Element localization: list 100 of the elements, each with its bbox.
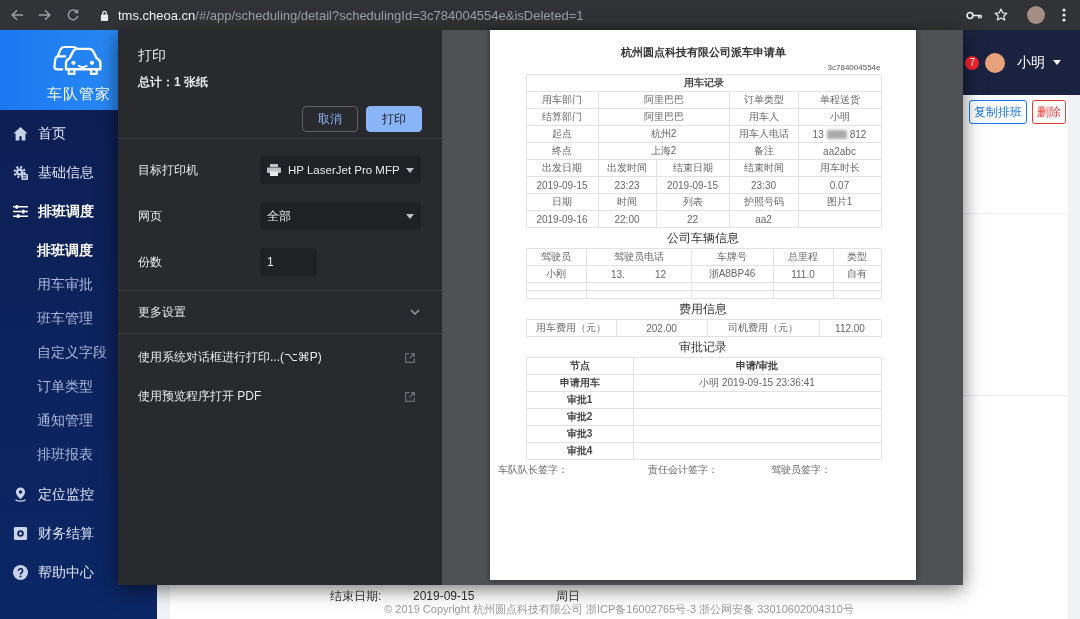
redaction-block [826,129,847,139]
table-cell: 202.00 [616,320,708,337]
external-link-icon [405,391,415,402]
nav-item[interactable]: 首页 [0,114,157,153]
table-cell: 审批3 [526,426,634,443]
caret-icon[interactable] [1053,60,1061,65]
table-cell: 阿里巴巴 [598,92,730,109]
column-header: 总里程 [773,249,834,266]
sheet-count: 总计：1 张纸 [136,74,209,90]
table-cell: 22 [656,211,730,228]
more-settings-toggle[interactable]: 更多设置 [118,291,442,333]
notification-badge: 7 [965,55,979,70]
table-cell: 单程送货 [798,92,882,109]
phone-text: 13. [611,268,625,280]
table-cell: 审批2 [526,409,634,426]
table-cell: 0.07 [798,177,882,194]
table-cell: 22:00 [598,211,657,228]
table-cell: 列表 [656,194,730,211]
table-cell: 小刚 [526,266,587,283]
table-cell: 111.0 [773,266,834,283]
weekday-text: 周日 [556,589,580,603]
table-cell: 结束时间 [729,160,799,177]
signature-label: 车队队长签字： [497,464,569,476]
table-cell: 阿里巴巴 [598,109,730,126]
table-cell: 时间 [598,194,657,211]
signature-label: 驾驶员签字： [770,464,831,476]
document-title: 杭州圆点科技有限公司派车申请单 [619,45,787,60]
location-pin-icon [13,487,28,502]
column-header: 驾驶员 [526,249,587,266]
table-cell: 出发时间 [598,160,657,177]
delete-button[interactable]: 删除 [1032,100,1066,124]
column-header: 申请/审批 [633,358,882,375]
gear-icon [13,165,28,180]
reload-icon[interactable] [66,8,80,22]
print-option-link[interactable]: 使用预览程序打开 PDF [118,377,442,416]
phone-text: 812 [849,128,867,140]
car-logo-icon [52,44,105,76]
table-cell: 用车人电话 [729,126,799,143]
table-cell: 2019-09-15 [656,177,730,194]
printer-select[interactable]: HP LaserJet Pro MFP [260,156,421,184]
caret-icon [406,213,414,219]
setting-label: 份数 [138,253,163,271]
nav-item[interactable]: 财务结算 [0,514,157,553]
user-avatar[interactable] [985,52,1005,73]
phone-text: 12 [654,268,666,280]
forward-icon[interactable] [38,8,52,22]
table-cell: 司机费用（元） [707,320,820,337]
phone-text: 13 [812,128,824,140]
column-header: 节点 [526,358,634,375]
home-icon [13,126,28,141]
table-cell: 用车费用（元） [526,320,617,337]
nav-item[interactable]: 帮助中心 [0,553,157,592]
table-cell: 护照号码 [729,194,799,211]
copyright-text: © 2019 Copyright 杭州圆点科技有限公司 浙ICP备16002765号-3 浙公网安备 33010602004310号 [383,603,855,616]
address-bar[interactable]: tms.cheoa.cn/#/app/scheduling/detail?schedulingId=3c784004554e&isDeleted=1 [100,7,584,23]
table-cell: 用车人 [729,109,799,126]
dialog-title: 打印 [137,46,167,64]
bookmark-star-icon[interactable] [994,8,1008,22]
table-cell: 小明 2019-09-15 23:36:41 [633,375,882,392]
table-cell: 小明 [798,109,882,126]
table-cell: 23:23 [598,177,657,194]
table-cell: aa2abc [798,143,882,160]
printer-icon [267,164,281,176]
key-icon[interactable] [966,10,982,20]
table-cell: 审批1 [526,392,634,409]
section-title: 费用信息 [678,302,728,317]
menu-icon[interactable] [1062,8,1066,22]
setting-label: 目标打印机 [138,161,199,179]
lock-icon [100,9,109,21]
table-cell: 结算部门 [526,109,599,126]
pages-select[interactable]: 全部 [260,202,421,230]
table-cell: 备注 [729,143,799,160]
cancel-button[interactable]: 取消 [302,106,358,132]
table-cell: 2019-09-16 [526,211,599,228]
copy-button[interactable]: 复制排班 [969,100,1027,124]
section-title: 公司车辆信息 [666,231,740,246]
table-cell: 终点 [526,143,599,160]
table-cell: 出发日期 [526,160,599,177]
table-cell: 审批4 [526,443,634,460]
table-cell: 用车部门 [526,92,599,109]
table-cell: 上海2 [598,143,730,160]
table-cell: 结束日期 [656,160,730,177]
safe-icon [13,526,28,541]
caret-icon [406,167,414,173]
back-icon[interactable] [10,8,24,22]
print-button[interactable]: 打印 [366,106,422,132]
profile-avatar[interactable] [1027,6,1045,24]
column-header: 驾驶员电话 [586,249,692,266]
table-cell: 订单类型 [729,92,799,109]
table-cell: 112.00 [819,320,882,337]
copies-field[interactable]: 1 [260,248,317,276]
sliders-icon [13,204,28,219]
user-name[interactable]: 小明 [1017,53,1045,72]
nav-item[interactable]: 定位监控 [0,475,157,514]
table-cell: 杭州2 [598,126,730,143]
table-cell: 起点 [526,126,599,143]
print-option-link[interactable]: 使用系统对话框进行打印...(⌥⌘P) [118,338,442,377]
table-cell: 用车时长 [798,160,882,177]
section-title: 审批记录 [678,340,728,355]
external-link-icon [405,352,415,363]
